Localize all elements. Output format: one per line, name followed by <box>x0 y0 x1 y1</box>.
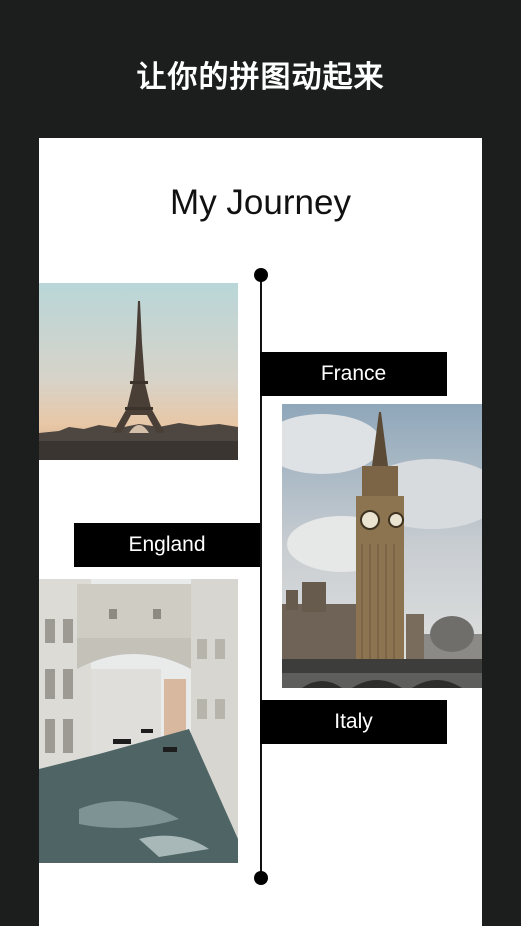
collage-title: My Journey <box>170 183 351 222</box>
timeline-start-dot <box>254 268 268 282</box>
promo-headline: 让你的拼图动起来 <box>136 60 385 95</box>
paris-eiffel-photo[interactable] <box>39 283 238 460</box>
venice-canal-photo[interactable] <box>39 579 238 863</box>
label-italy[interactable]: Italy <box>260 700 447 744</box>
label-england[interactable]: England <box>74 523 260 567</box>
label-france[interactable]: France <box>260 352 447 396</box>
london-big-ben-photo[interactable] <box>282 404 482 688</box>
collage-card: My Journey France England Italy <box>39 138 482 926</box>
timeline-end-dot <box>254 871 268 885</box>
